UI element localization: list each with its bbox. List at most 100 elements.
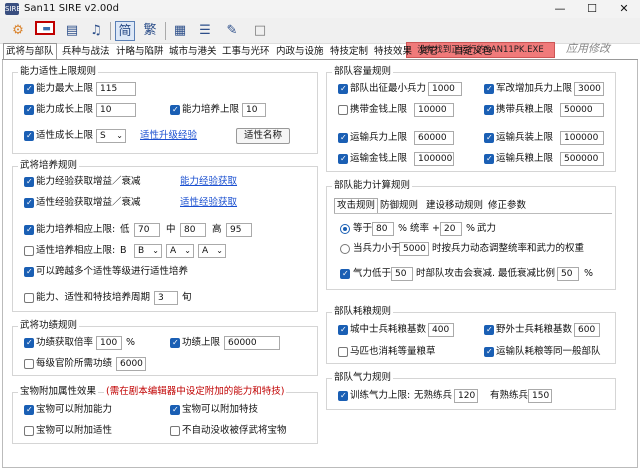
chinese-traditional-icon[interactable]: 繁 <box>140 21 160 41</box>
apt-name-button[interactable]: 适性名称 <box>236 128 290 144</box>
min-soldier-checkbox[interactable] <box>338 84 348 94</box>
growth-limit-input[interactable]: 10 <box>96 103 136 117</box>
apt-exp-link[interactable]: 适性升级经验 <box>140 130 197 142</box>
train-limit-input[interactable]: 10 <box>242 103 266 117</box>
tab-skill-effects[interactable]: 特技效果 <box>372 44 414 60</box>
apply-brand-text[interactable]: 应用修改 <box>566 40 610 56</box>
transport-gold-checkbox[interactable] <box>338 154 348 164</box>
exp-gain-checkbox[interactable] <box>24 177 34 187</box>
low-input[interactable]: 70 <box>134 223 160 237</box>
tab-admin-facilities[interactable]: 内政与设施 <box>274 44 326 60</box>
food-input[interactable]: 50000 <box>560 103 604 117</box>
subtab-correction[interactable]: 修正参数 <box>488 199 526 212</box>
reform-checkbox[interactable] <box>484 84 494 94</box>
morale-pct-input[interactable]: 50 <box>557 267 579 281</box>
database-icon[interactable]: ▤ <box>62 21 82 41</box>
open-folder-icon[interactable]: ▬ <box>35 21 55 35</box>
equal-radio[interactable] <box>340 224 350 234</box>
morale-input[interactable]: 50 <box>391 267 413 281</box>
transport-gold-input[interactable]: 100000 <box>414 152 454 166</box>
equal-val1-input[interactable]: 80 <box>372 222 394 236</box>
transport-soldier-input[interactable]: 60000 <box>414 131 454 145</box>
apt-a2-select[interactable]: A ⌄ <box>198 244 226 258</box>
transport-weapon-checkbox[interactable] <box>484 133 494 143</box>
gold-input[interactable]: 10000 <box>414 103 454 117</box>
lower-radio[interactable] <box>340 244 350 254</box>
tab-schemes-traps[interactable]: 计略与陷阱 <box>114 44 166 60</box>
exp-gain-link[interactable]: 能力经验获取 <box>180 176 237 188</box>
close-button[interactable]: ✕ <box>608 1 640 17</box>
apt-growth-select[interactable]: S ⌄ <box>96 129 126 143</box>
list-icon[interactable]: ☰ <box>195 21 215 41</box>
train-rel-checkbox[interactable] <box>24 225 34 235</box>
treasure-skill-checkbox[interactable] <box>170 405 180 415</box>
transport-consume-checkbox[interactable] <box>484 347 494 357</box>
city-checkbox[interactable] <box>338 325 348 335</box>
transport-food-input[interactable]: 500000 <box>560 152 604 166</box>
no-elite-input[interactable]: 120 <box>454 389 478 403</box>
ability-max-checkbox[interactable] <box>24 84 34 94</box>
food-checkbox[interactable] <box>484 105 494 115</box>
low-label: 低 <box>120 224 130 235</box>
merit-max-input[interactable]: 60000 <box>224 336 280 350</box>
field-input[interactable]: 600 <box>574 323 600 337</box>
apt-a1-select[interactable]: A ⌄ <box>166 244 194 258</box>
cross-checkbox[interactable] <box>24 267 34 277</box>
equal-val2-input[interactable]: 20 <box>440 222 462 236</box>
maximize-button[interactable]: ☐ <box>576 1 608 17</box>
treasure-apt-checkbox[interactable] <box>24 426 34 436</box>
transport-weapon-input[interactable]: 100000 <box>560 131 604 145</box>
train-morale-checkbox[interactable] <box>338 391 348 401</box>
subtab-attack[interactable]: 攻击规则 <box>334 198 379 213</box>
tab-custom-pack[interactable]: 自定义包 <box>452 44 494 60</box>
morale-checkbox[interactable] <box>340 269 350 279</box>
tab-cities-ports[interactable]: 城市与港关 <box>167 44 219 60</box>
min-soldier-input[interactable]: 1000 <box>428 82 462 96</box>
reform-input[interactable]: 3000 <box>574 82 604 96</box>
per-rank-checkbox[interactable] <box>24 359 34 369</box>
no-confiscate-label: 不自动没收被俘武将宝物 <box>182 425 287 436</box>
apt-rel-checkbox[interactable] <box>24 246 34 256</box>
per-rank-input[interactable]: 6000 <box>116 357 146 371</box>
ability-max-input[interactable]: 115 <box>96 82 136 96</box>
treasure-ability-checkbox[interactable] <box>24 405 34 415</box>
growth-limit-checkbox[interactable] <box>24 105 34 115</box>
transport-soldier-checkbox[interactable] <box>338 133 348 143</box>
tab-skill-custom[interactable]: 特技定制 <box>328 44 370 60</box>
cycle-input[interactable]: 3 <box>154 291 178 305</box>
transport-weapon-label: 运输兵装上限 <box>496 132 554 143</box>
settings-icon[interactable]: ⚙ <box>8 21 28 41</box>
train-limit-checkbox[interactable] <box>170 105 180 115</box>
chinese-simplified-icon[interactable]: 简 <box>115 21 135 41</box>
tab-works-auras[interactable]: 工事与光环 <box>220 44 272 60</box>
transport-food-checkbox[interactable] <box>484 154 494 164</box>
field-checkbox[interactable] <box>484 325 494 335</box>
merit-rate-checkbox[interactable] <box>24 338 34 348</box>
merit-rate-input[interactable]: 100 <box>96 336 122 350</box>
table-icon[interactable]: ▦ <box>170 21 190 41</box>
edit-icon[interactable]: ✎ <box>222 21 242 41</box>
music-icon[interactable]: ♫ <box>86 21 106 41</box>
subtab-build-move[interactable]: 建设移动规则 <box>426 199 483 212</box>
horse-checkbox[interactable] <box>338 347 348 357</box>
high-input[interactable]: 95 <box>226 223 252 237</box>
apt-exp-gain-link[interactable]: 适性经验获取 <box>180 197 237 209</box>
cycle-checkbox[interactable] <box>24 293 34 303</box>
merit-max-checkbox[interactable] <box>170 338 180 348</box>
apt-growth-checkbox[interactable] <box>24 131 34 141</box>
no-confiscate-checkbox[interactable] <box>170 426 180 436</box>
square-icon[interactable]: □ <box>250 21 270 41</box>
mid-input[interactable]: 80 <box>180 223 206 237</box>
apt-b-select[interactable]: B ⌄ <box>134 244 162 258</box>
lower-input[interactable]: 5000 <box>399 242 429 256</box>
apt-exp-checkbox[interactable] <box>24 198 34 208</box>
subtab-defense[interactable]: 防御规则 <box>380 199 418 212</box>
minimize-button[interactable]: — <box>544 1 576 17</box>
train-limit-label: 能力培养上限 <box>182 104 240 115</box>
city-input[interactable]: 400 <box>428 323 454 337</box>
tab-generals-units[interactable]: 武将与部队 <box>3 43 57 60</box>
gold-checkbox[interactable] <box>338 105 348 115</box>
tab-other[interactable]: 其它 <box>417 44 440 60</box>
elite-input[interactable]: 150 <box>528 389 552 403</box>
tab-troops-tactics[interactable]: 兵种与战法 <box>60 44 112 60</box>
